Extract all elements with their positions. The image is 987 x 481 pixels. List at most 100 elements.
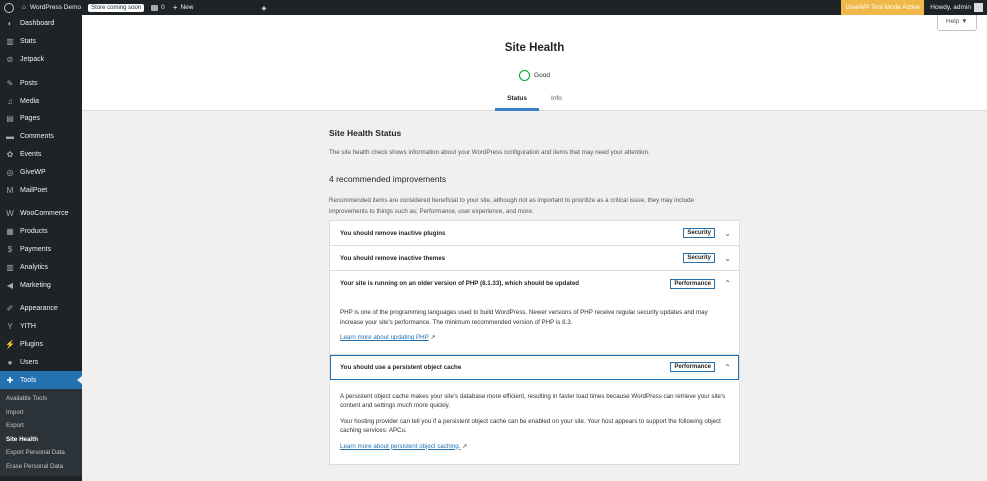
sidebar-item-woocommerce[interactable]: W WooCommerce [0, 205, 82, 223]
givewp-test-mode-notice[interactable]: GiveWP Test Mode Active [841, 0, 924, 15]
comment-bubble-icon [151, 4, 159, 11]
submenu-item-erase-personal-data[interactable]: Erase Personal Data [0, 459, 82, 473]
my-account[interactable]: Howdy, admin [926, 0, 987, 15]
sidebar-item-label: Pages [20, 115, 40, 123]
sidebar-item-payments[interactable]: $ Payments [0, 241, 82, 259]
sidebar-item-users[interactable]: ● Users [0, 353, 82, 371]
chevron-up-icon: ⌃ [724, 362, 731, 372]
cache-panel: A persistent object cache makes your sit… [330, 380, 739, 465]
issue-title: You should remove inactive themes [340, 254, 446, 262]
php-learn-more-link[interactable]: Learn more about updating PHP [340, 334, 429, 341]
sidebar-item-mailpoet[interactable]: M MailPoet [0, 181, 82, 199]
submenu-item-site-health[interactable]: Site Health [0, 432, 82, 446]
tab-info[interactable]: Info [539, 95, 574, 111]
payments-icon: $ [7, 244, 13, 254]
issue-tag: Security [683, 253, 715, 263]
issue-title: Your site is running on an older version… [340, 280, 580, 287]
sidebar-item-marketing[interactable]: ◀ Marketing [0, 276, 82, 294]
plugins-icon: ⚡ [5, 339, 15, 349]
health-status: Good [82, 70, 987, 81]
comments-count: 0 [161, 4, 165, 11]
submenu-item-export-personal-data[interactable]: Export Personal Data [0, 446, 82, 460]
howdy-label: Howdy, admin [930, 4, 971, 11]
jetpack-icon: ⊘ [6, 54, 14, 64]
submenu-item-export[interactable]: Export [0, 419, 82, 433]
chevron-up-icon: ⌃ [724, 279, 731, 288]
dashboard-icon: ◐ [7, 19, 13, 29]
analytics-icon: ▥ [6, 262, 14, 272]
events-icon: ✿ [6, 149, 14, 159]
wordpress-logo-icon[interactable] [0, 0, 18, 15]
php-panel: PHP is one of the programming languages … [330, 296, 739, 355]
comments-link[interactable]: 0 [147, 0, 169, 15]
help-button[interactable]: Help ▼ [937, 15, 977, 31]
sidebar-item-jetpack[interactable]: ⊘ Jetpack [0, 51, 82, 69]
sidebar-item-posts[interactable]: ✎ Posts [0, 74, 82, 92]
sidebar-item-dashboard[interactable]: ◐ Dashboard [0, 15, 82, 33]
woocommerce-icon: W [6, 209, 14, 219]
site-name-link[interactable]: ⌂ WordPress Demo [18, 0, 85, 15]
section-heading: Site Health Status [329, 128, 402, 138]
sidebar-item-pages[interactable]: ▤ Pages [0, 110, 82, 128]
cache-panel-text-2: Your hosting provider can tell you if a … [340, 417, 721, 435]
yith-icon: Y [7, 322, 13, 332]
sidebar-item-yith[interactable]: Y YITH [0, 318, 82, 336]
new-label: New [180, 4, 194, 11]
sidebar-item-label: Media [20, 97, 40, 105]
users-icon: ● [7, 357, 13, 367]
sidebar-item-analytics[interactable]: ▥ Analytics [0, 258, 82, 276]
pages-icon: ▤ [6, 114, 14, 124]
intro-text: The site health check shows information … [329, 149, 650, 156]
marketing-icon: ◀ [6, 280, 14, 290]
php-panel-text: PHP is one of the programming languages … [340, 309, 708, 326]
issue-row-inactive-themes[interactable]: You should remove inactive themes Securi… [330, 246, 739, 271]
submenu-item-import[interactable]: Import [0, 405, 82, 419]
sidebar-item-label: Tools [20, 376, 37, 384]
sidebar-item-stats[interactable]: ▥ Stats [0, 33, 82, 51]
cache-learn-more-link[interactable]: Learn more about persistent object cachi… [340, 443, 460, 450]
recommend-heading: 4 recommended improvements [329, 174, 447, 184]
chevron-down-icon: ⌄ [724, 228, 731, 238]
issue-row-php-version[interactable]: Your site is running on an older version… [330, 271, 739, 296]
sidebar-item-media[interactable]: ♫ Media [0, 92, 82, 110]
home-icon: ⌂ [22, 4, 26, 11]
sidebar-item-label: GiveWP [20, 168, 46, 176]
sidebar-item-label: Plugins [20, 340, 43, 348]
submenu-item-available-tools[interactable]: Available Tools [0, 392, 82, 406]
store-status-badge[interactable]: Store coming soon [88, 3, 145, 12]
sidebar-item-plugins[interactable]: ⚡ Plugins [0, 336, 82, 354]
tab-status[interactable]: Status [495, 95, 540, 111]
sidebar-item-comments[interactable]: ▬ Comments [0, 128, 82, 146]
pin-icon: ✎ [6, 78, 14, 88]
sidebar-item-tools[interactable]: ✚ Tools [0, 371, 82, 389]
external-link-icon: ↗ [462, 443, 468, 450]
products-icon: ▦ [6, 227, 14, 237]
issues-accordion: You should remove inactive plugins Secur… [329, 220, 740, 465]
issue-row-object-cache[interactable]: You should use a persistent object cache… [330, 355, 739, 380]
new-content-link[interactable]: + New [169, 0, 198, 15]
sidebar-item-appearance[interactable]: ✐ Appearance [0, 300, 82, 318]
comments-icon: ▬ [6, 132, 14, 142]
sidebar-item-products[interactable]: ▦ Products [0, 223, 82, 241]
status-label: Good [534, 72, 550, 79]
tools-icon: ✚ [6, 375, 14, 385]
givewp-icon: ◎ [6, 167, 14, 177]
cache-panel-text-1: A persistent object cache makes your sit… [340, 392, 726, 410]
sidebar-item-label: WooCommerce [20, 210, 69, 218]
sidebar-item-label: Products [20, 228, 48, 236]
jetpack-diamond-icon[interactable]: ◈ [257, 0, 270, 15]
sidebar-item-events[interactable]: ✿ Events [0, 146, 82, 164]
status-ring-icon [519, 70, 531, 81]
issue-title: You should use a persistent object cache [340, 363, 462, 371]
sidebar-item-label: YITH [20, 323, 36, 331]
recommend-text: Recommended items are considered benefic… [329, 197, 694, 215]
media-icon: ♫ [7, 96, 13, 106]
sidebar-item-givewp[interactable]: ◎ GiveWP [0, 163, 82, 181]
sidebar-item-label: Analytics [20, 263, 49, 271]
sidebar-item-label: Marketing [20, 281, 51, 289]
page-title: Site Health [504, 42, 565, 54]
site-health-header: Help ▼ Site Health Good Status Info [82, 15, 987, 111]
sidebar-item-label: Users [20, 358, 39, 366]
issue-row-inactive-plugins[interactable]: You should remove inactive plugins Secur… [330, 221, 739, 246]
stats-icon: ▥ [6, 37, 14, 47]
